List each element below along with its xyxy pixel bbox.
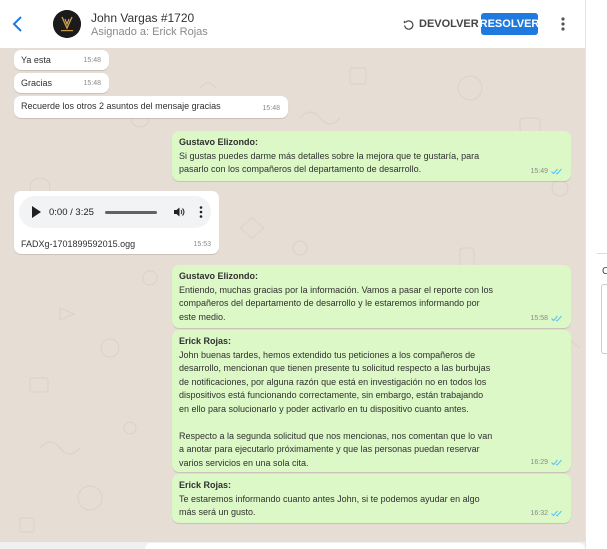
- double-check-icon: [551, 168, 562, 175]
- chat-header: John Vargas #1720 Asignado a: Erick Roja…: [0, 0, 585, 48]
- message-text: Ya esta: [21, 55, 51, 65]
- play-icon[interactable]: [31, 206, 41, 218]
- volume-icon[interactable]: [173, 206, 185, 218]
- message-text: John buenas tardes, hemos extendido tus …: [179, 349, 493, 468]
- message-author: Erick Rojas:: [179, 336, 232, 346]
- message-bubble-incoming: Recuerde los otros 2 asuntos del mensaje…: [14, 96, 288, 118]
- message-time: 15:58: [530, 312, 563, 326]
- message-time: 15:53: [193, 240, 211, 248]
- double-check-icon: [551, 510, 562, 517]
- message-input[interactable]: [145, 543, 585, 549]
- undo-icon: [403, 19, 414, 30]
- double-check-icon: [551, 459, 562, 466]
- message-bubble-outgoing: Gustavo Elizondo: Entiendo, muchas graci…: [172, 265, 571, 328]
- assigned-agent: Asignado a: Erick Rojas: [91, 26, 208, 38]
- double-check-icon: [551, 315, 562, 322]
- message-text: Si gustas puedes darme más detalles sobr…: [179, 150, 480, 175]
- panel-field[interactable]: [601, 284, 607, 354]
- message-text: Te estaremos informando cuanto antes Joh…: [179, 493, 480, 518]
- message-bubble-incoming: Gracias 15:48: [14, 73, 109, 93]
- message-time: 15:48: [83, 56, 101, 64]
- message-text: Gracias: [21, 78, 53, 88]
- resolve-button[interactable]: RESOLVER: [479, 13, 540, 35]
- more-options-icon[interactable]: [199, 205, 203, 219]
- message-text: Recuerde los otros 2 asuntos del mensaje…: [21, 101, 221, 111]
- chat-area[interactable]: Ya esta 15:48 Gracias 15:48 Recuerde los…: [0, 48, 585, 542]
- message-bubble-outgoing: Erick Rojas: Te estaremos informando cua…: [172, 474, 571, 523]
- audio-message-bubble: 0:00 / 3:25 FADXg-1701899592015.ogg 15:5…: [14, 191, 219, 254]
- avatar: [53, 10, 81, 38]
- back-arrow-icon[interactable]: [10, 14, 26, 34]
- audio-progress-bar[interactable]: [105, 211, 157, 214]
- contact-name: John Vargas #1720: [91, 11, 195, 25]
- panel-label: C: [602, 266, 607, 277]
- message-author: Gustavo Elizondo:: [179, 271, 259, 281]
- message-text: Entiendo, muchas gracias por la informac…: [179, 284, 493, 322]
- audio-filename: FADXg-1701899592015.ogg: [21, 239, 136, 249]
- logo-icon: [53, 10, 81, 38]
- message-author: Gustavo Elizondo:: [179, 137, 259, 147]
- return-label: DEVOLVER: [419, 18, 479, 30]
- audio-time: 0:00 / 3:25: [49, 207, 94, 218]
- message-bubble-outgoing: Gustavo Elizondo: Si gustas puedes darme…: [172, 131, 571, 181]
- message-bubble-outgoing: Erick Rojas: John buenas tardes, hemos e…: [172, 330, 571, 472]
- more-options-icon[interactable]: [556, 14, 570, 34]
- message-time: 16:32: [530, 507, 563, 521]
- message-time: 15:49: [530, 165, 563, 179]
- message-time: 15:48: [262, 104, 280, 112]
- message-time: 15:48: [83, 79, 101, 87]
- message-author: Erick Rojas:: [179, 480, 232, 490]
- return-button[interactable]: DEVOLVER: [403, 14, 479, 34]
- message-time: 16:29: [530, 456, 563, 470]
- resolve-label: RESOLVER: [479, 18, 540, 30]
- divider: [597, 253, 607, 254]
- message-bubble-incoming: Ya esta 15:48: [14, 50, 109, 70]
- audio-player[interactable]: 0:00 / 3:25: [19, 196, 211, 228]
